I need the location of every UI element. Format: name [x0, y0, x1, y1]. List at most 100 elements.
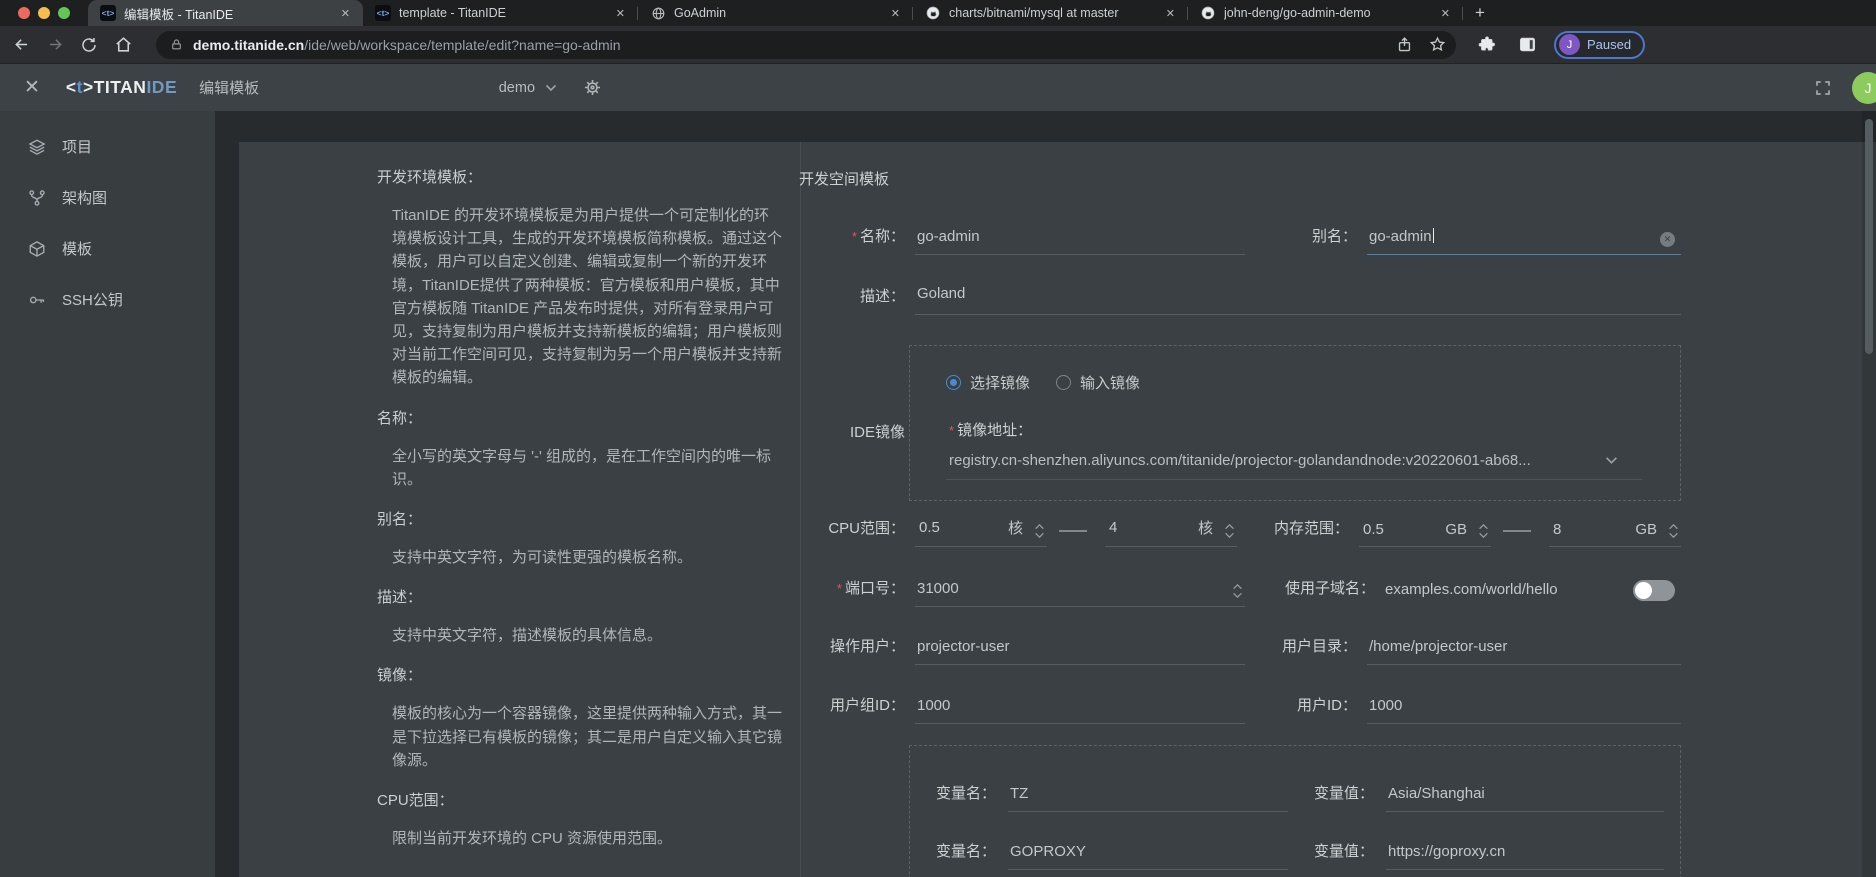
- titanide-logo: <t>TITANIDE: [66, 77, 177, 98]
- address-bar[interactable]: demo.titanide.cn/ide/web/workspace/templ…: [156, 31, 1456, 59]
- tab-close-icon[interactable]: ✕: [1163, 6, 1178, 21]
- image-address-select[interactable]: registry.cn-shenzhen.aliyuncs.com/titani…: [946, 452, 1642, 480]
- radio-on-icon[interactable]: [946, 375, 961, 390]
- globe-icon: [650, 5, 666, 21]
- tab-template[interactable]: <t> template - TitanIDE ✕: [363, 0, 638, 26]
- var-value-input[interactable]: Asia/Shanghai: [1386, 785, 1664, 812]
- stepper-icon[interactable]: [1478, 524, 1489, 538]
- radio-input-image[interactable]: 输入镜像: [1056, 372, 1140, 393]
- stepper-icon[interactable]: [1034, 524, 1045, 538]
- help-section-title: 名称：: [377, 407, 782, 428]
- tab-github-mysql[interactable]: charts/bitnami/mysql at master ✕: [913, 0, 1188, 26]
- var-name-input[interactable]: TZ: [1008, 785, 1288, 812]
- var-name-input[interactable]: GOPROXY: [1008, 843, 1288, 870]
- tab-close-icon[interactable]: ✕: [1438, 6, 1453, 21]
- help-section-body: 支持中英文字符，描述模板的具体信息。: [392, 624, 782, 647]
- var-value-label: 变量值：: [1314, 782, 1374, 812]
- lock-icon[interactable]: [170, 38, 183, 51]
- chevron-down-icon: [1605, 456, 1618, 465]
- sidebar-item-architecture[interactable]: 架构图: [0, 172, 215, 223]
- sidebar-item-projects[interactable]: 项目: [0, 121, 215, 172]
- help-section-title: 别名：: [377, 508, 782, 529]
- titanide-favicon-icon: <t>: [375, 5, 391, 21]
- close-page-icon[interactable]: ✕: [24, 76, 40, 99]
- url-host: demo.titanide.cn: [193, 37, 304, 53]
- tab-close-icon[interactable]: ✕: [338, 6, 353, 21]
- port-input[interactable]: 31000: [915, 580, 1245, 607]
- var-name-label: 变量名：: [936, 782, 996, 812]
- back-button[interactable]: [4, 31, 38, 59]
- subdomain-example: examples.com/world/hello: [1385, 581, 1558, 607]
- text-cursor: [1433, 228, 1435, 243]
- profile-avatar: J: [1559, 34, 1580, 55]
- alias-input[interactable]: go-admin✕: [1367, 228, 1681, 255]
- user-dir-input[interactable]: /home/projector-user: [1367, 638, 1681, 665]
- minimize-window-button[interactable]: [38, 7, 50, 19]
- scrollbar-thumb[interactable]: [1865, 119, 1873, 354]
- page-title: 编辑模板: [199, 77, 259, 98]
- stepper-icon[interactable]: [1232, 584, 1243, 598]
- subdomain-label: 使用子域名：: [1269, 577, 1375, 607]
- user-id-input[interactable]: 1000: [1367, 697, 1681, 724]
- tab-title: 编辑模板 - TitanIDE: [124, 4, 332, 23]
- zoom-window-button[interactable]: [58, 7, 70, 19]
- memory-max-input[interactable]: 8GB: [1549, 521, 1681, 547]
- new-tab-button[interactable]: +: [1463, 3, 1497, 26]
- memory-range-label: 内存范围：: [1261, 517, 1349, 547]
- tab-edit-template[interactable]: <t> 编辑模板 - TitanIDE ✕: [88, 0, 363, 26]
- user-avatar[interactable]: J: [1852, 72, 1876, 104]
- sidebar-item-templates[interactable]: 模板: [0, 223, 215, 274]
- tab-title: GoAdmin: [674, 6, 882, 20]
- radio-off-icon[interactable]: [1056, 375, 1071, 390]
- name-input[interactable]: go-admin: [915, 228, 1245, 255]
- browser-tab-strip: <t> 编辑模板 - TitanIDE ✕ <t> template - Tit…: [0, 0, 1876, 26]
- tab-goadmin[interactable]: GoAdmin ✕: [638, 0, 913, 26]
- group-id-input[interactable]: 1000: [915, 697, 1245, 724]
- description-input[interactable]: Goland: [915, 285, 1681, 315]
- share-icon[interactable]: [1396, 36, 1413, 53]
- env-vars-box: 变量名： TZ 变量值： Asia/Shanghai 变量名： GOPROXY …: [909, 745, 1681, 877]
- tab-title: john-deng/go-admin-demo: [1224, 6, 1432, 20]
- tab-github-goadmin-demo[interactable]: john-deng/go-admin-demo ✕: [1188, 0, 1463, 26]
- var-value-input[interactable]: https://goproxy.cn: [1386, 843, 1664, 870]
- close-window-button[interactable]: [18, 7, 30, 19]
- description-label: 描述：: [799, 285, 905, 315]
- fullscreen-icon[interactable]: [1814, 79, 1832, 97]
- ide-image-box: 选择镜像 输入镜像 镜像地址： registry.cn-shenzhen.ali…: [909, 345, 1681, 501]
- extensions-puzzle-icon[interactable]: [1470, 31, 1504, 59]
- subdomain-toggle[interactable]: [1633, 580, 1675, 601]
- browser-profile-button[interactable]: J Paused: [1554, 31, 1645, 59]
- memory-min-input[interactable]: 0.5GB: [1359, 521, 1491, 547]
- stepper-icon[interactable]: [1224, 524, 1235, 538]
- cpu-min-input[interactable]: 0.5核: [915, 517, 1047, 547]
- stepper-icon[interactable]: [1668, 524, 1679, 538]
- fork-icon: [28, 189, 46, 207]
- radio-select-image[interactable]: 选择镜像: [946, 372, 1030, 393]
- url-path: /ide/web/workspace/template/edit?name=go…: [304, 37, 620, 53]
- clear-input-icon[interactable]: ✕: [1660, 232, 1675, 247]
- template-form: 开发空间模板 名称： go-admin 别名： go-admin✕: [799, 142, 1681, 877]
- macos-window-controls[interactable]: [0, 0, 88, 26]
- side-panel-icon[interactable]: [1510, 31, 1544, 59]
- tab-title: charts/bitnami/mysql at master: [949, 6, 1157, 20]
- cpu-max-input[interactable]: 4核: [1105, 517, 1237, 547]
- forward-button[interactable]: [38, 31, 72, 59]
- operate-user-label: 操作用户：: [799, 635, 905, 665]
- operate-user-input[interactable]: projector-user: [915, 638, 1245, 665]
- sidebar-item-ssh-keys[interactable]: SSH公钥: [0, 274, 215, 325]
- bookmark-star-icon[interactable]: [1429, 36, 1446, 53]
- help-section-title: 开发环境模板：: [377, 166, 782, 187]
- help-section-body: 模板的核心为一个容器镜像，这里提供两种输入方式，其一是下拉选择已有模板的镜像；其…: [392, 702, 782, 772]
- var-name-label: 变量名：: [936, 840, 996, 870]
- reload-button[interactable]: [72, 31, 106, 59]
- name-label: 名称：: [799, 225, 905, 255]
- settings-gear-icon[interactable]: [583, 78, 602, 97]
- help-section-body: 全小写的英文字母与 '-' 组成的，是在工作空间内的唯一标识。: [392, 445, 782, 491]
- titanide-favicon-icon: <t>: [100, 5, 116, 21]
- page-scrollbar[interactable]: [1862, 111, 1876, 877]
- home-button[interactable]: [106, 31, 140, 59]
- workspace-selector[interactable]: demo: [499, 80, 557, 96]
- tab-close-icon[interactable]: ✕: [888, 6, 903, 21]
- help-section-title: 镜像：: [377, 664, 782, 685]
- tab-close-icon[interactable]: ✕: [613, 6, 628, 21]
